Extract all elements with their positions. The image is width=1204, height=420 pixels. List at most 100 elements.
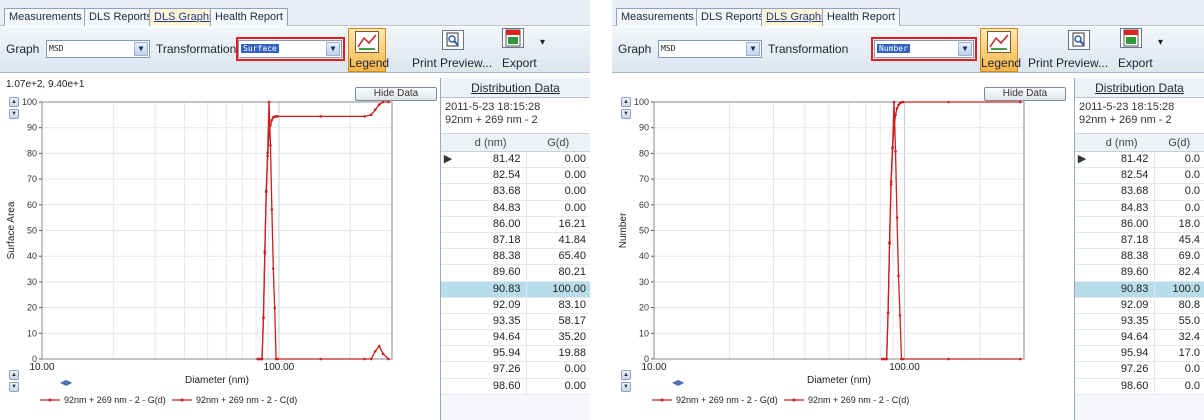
distribution-title[interactable]: Distribution Data [1075,78,1204,98]
chevron-down-icon[interactable]: ▼ [746,42,760,56]
table-row[interactable]: 87.18 45.4 [1075,232,1204,250]
chart-area[interactable]: 010203040506070809010010.00 100.00Diamete… [612,84,1074,420]
table-row[interactable]: 97.26 0.0 [1075,362,1204,379]
table-row[interactable]: ▶ 81.42 0.00 [441,152,590,169]
cell-gd: 0.00 [526,378,590,394]
y-tick-label: 100 [22,97,37,107]
data-point [256,357,260,361]
table-row[interactable]: 95.94 19.88 [441,346,590,363]
tab-dls-graphs[interactable]: DLS Graphs [761,8,832,26]
tab-health-report[interactable]: Health Report [822,8,900,26]
tab-measurements[interactable]: Measurements [616,8,699,26]
table-row[interactable]: 94.64 35.20 [441,330,590,347]
legend-marker [660,398,664,402]
table-row[interactable]: 82.54 0.0 [1075,168,1204,185]
row-indicator-icon [441,168,455,183]
table-row[interactable]: 84.83 0.00 [441,200,590,217]
table-row[interactable]: 88.38 65.40 [441,249,590,266]
cell-diameter: 86.00 [492,217,521,230]
x-tick-label: 10.00 [29,362,54,373]
cell-diameter: 89.60 [492,266,521,279]
cell-diameter: 83.68 [492,185,521,198]
graph-select[interactable]: MSD ▼ [658,40,762,58]
print-preview-icon[interactable] [442,30,464,50]
y-tick-label: 90 [639,123,649,133]
table-row[interactable]: 86.00 18.0 [1075,216,1204,233]
table-row[interactable]: 92.09 80.8 [1075,297,1204,314]
table-row[interactable]: 93.35 58.17 [441,313,590,331]
print-preview-icon[interactable] [1068,30,1090,50]
col-d-header[interactable]: d (nm) [455,134,527,151]
col-g-header[interactable]: G(d) [526,134,590,151]
cell-gd: 69.0 [1154,249,1204,265]
y-tick-label: 20 [27,303,37,313]
y-axis-label: Number [618,212,629,248]
data-point [898,314,902,317]
pan-arrows-icon: ◀▶ [60,378,73,387]
row-indicator-icon [441,233,455,248]
cell-diameter: 97.26 [1120,363,1149,376]
print-preview-button[interactable]: Print Preview... [1028,56,1108,70]
table-row[interactable]: ▶ 81.42 0.0 [1075,152,1204,169]
table-row[interactable]: 86.00 16.21 [441,216,590,233]
sample-datetime: 2011-5-23 18:15:28 [445,101,541,113]
export-button[interactable]: Export [502,56,537,70]
export-caret-icon[interactable]: ▾ [1158,37,1163,48]
tab-health-report[interactable]: Health Report [210,8,288,26]
graph-select[interactable]: MSD ▼ [46,40,150,58]
table-row[interactable]: 94.64 32.4 [1075,330,1204,347]
col-g-header[interactable]: G(d) [1154,134,1204,151]
chevron-down-icon[interactable]: ▼ [134,42,148,56]
y-tick-label: 30 [27,277,37,287]
cell-diameter: 87.18 [492,233,521,246]
table-row[interactable]: 83.68 0.0 [1075,184,1204,201]
data-point [260,357,264,361]
table-row[interactable]: 95.94 17.0 [1075,346,1204,363]
export-pdf-icon[interactable] [1120,28,1142,48]
chart-area[interactable]: 010203040506070809010010.00 100.00Diamete… [0,84,440,420]
data-point [1019,100,1022,104]
legend-button[interactable]: Legend [980,28,1021,72]
cell-gd: 0.00 [526,200,590,216]
legend-chart-icon [355,31,379,53]
legend-button[interactable]: Legend [348,28,389,72]
table-row[interactable]: 90.83 100.00 [441,281,590,298]
table-row[interactable]: 98.60 0.00 [441,378,590,395]
tab-dls-reports[interactable]: DLS Reports [696,8,769,26]
cell-diameter: 81.42 [492,153,521,165]
distribution-header: d (nm) G(d) [1075,134,1204,152]
col-d-header[interactable]: d (nm) [1089,134,1155,151]
table-row[interactable]: 88.38 69.0 [1075,249,1204,266]
export-caret-icon[interactable]: ▾ [540,37,545,48]
data-point [319,357,322,361]
y-axis-label: Surface Area [6,201,17,259]
table-row[interactable]: 89.60 80.21 [441,265,590,282]
table-row[interactable]: 90.83 100.0 [1075,281,1204,298]
distribution-title[interactable]: Distribution Data [441,78,590,98]
data-point [267,100,271,104]
table-row[interactable]: 83.68 0.00 [441,184,590,201]
table-row[interactable]: 93.35 55.0 [1075,313,1204,331]
y-tick-label: 80 [27,148,37,158]
print-preview-button[interactable]: Print Preview... [412,56,492,70]
data-point [262,316,265,320]
table-row[interactable]: 84.83 0.0 [1075,200,1204,217]
table-row[interactable]: 89.60 82.4 [1075,265,1204,282]
table-row[interactable]: 87.18 41.84 [441,232,590,250]
cell-gd: 16.21 [526,216,590,232]
tab-measurements[interactable]: Measurements [4,8,87,26]
table-row[interactable]: 82.54 0.00 [441,168,590,185]
data-point [266,154,269,158]
data-point [892,100,896,104]
table-row[interactable]: 98.60 0.0 [1075,378,1204,395]
table-row[interactable]: 97.26 0.00 [441,362,590,379]
table-row[interactable]: 92.09 83.10 [441,297,590,314]
export-button[interactable]: Export [1118,56,1153,70]
legend-marker [792,398,796,402]
export-pdf-icon[interactable] [502,28,524,48]
data-point [269,123,272,127]
data-point [886,311,890,315]
tab-dls-reports[interactable]: DLS Reports [84,8,157,26]
tab-dls-graphs[interactable]: DLS Graphs [149,8,220,26]
graph-label: Graph [618,42,652,56]
